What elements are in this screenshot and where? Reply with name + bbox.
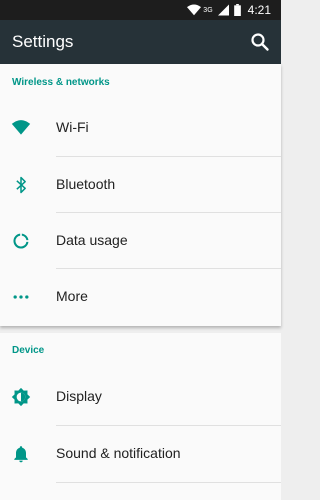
data-usage-icon (13, 233, 29, 249)
cell-signal-icon (217, 4, 229, 16)
wifi-icon (11, 120, 31, 135)
section-title-wireless: Wireless & networks (12, 77, 110, 88)
search-icon[interactable] (248, 30, 272, 54)
settings-item-label: Display (56, 388, 102, 404)
settings-item-label: Data usage (56, 232, 128, 248)
settings-item-label: More (56, 288, 88, 304)
wireless-networks-card: Wireless & networks Wi-Fi Bluetooth Data… (0, 64, 281, 326)
bluetooth-icon (16, 176, 26, 194)
settings-item-display[interactable]: Display (0, 369, 281, 425)
status-bar: 3G 4:21 (0, 0, 281, 20)
section-title-device: Device (12, 345, 45, 356)
settings-item-sound-notification[interactable]: Sound & notification (0, 426, 281, 482)
wifi-status-icon (187, 4, 202, 16)
status-time: 4:21 (247, 3, 271, 17)
settings-item-data-usage[interactable]: Data usage (0, 213, 281, 269)
settings-item-label: Wi-Fi (56, 119, 89, 135)
bell-icon (14, 446, 28, 463)
settings-item-bluetooth[interactable]: Bluetooth (0, 157, 281, 213)
settings-item-label: Sound & notification (56, 445, 181, 461)
device-card: Device Display Sound & notification (0, 333, 281, 500)
page-title: Settings (12, 32, 74, 51)
more-dots-icon (13, 295, 29, 299)
signal-type-label: 3G (203, 6, 213, 14)
settings-item-wifi[interactable]: Wi-Fi (0, 100, 281, 156)
divider (56, 482, 281, 483)
brightness-icon (11, 387, 31, 407)
settings-item-label: Bluetooth (56, 176, 116, 192)
battery-icon (233, 4, 241, 16)
settings-item-more[interactable]: More (0, 269, 281, 325)
app-bar: Settings (0, 20, 281, 64)
